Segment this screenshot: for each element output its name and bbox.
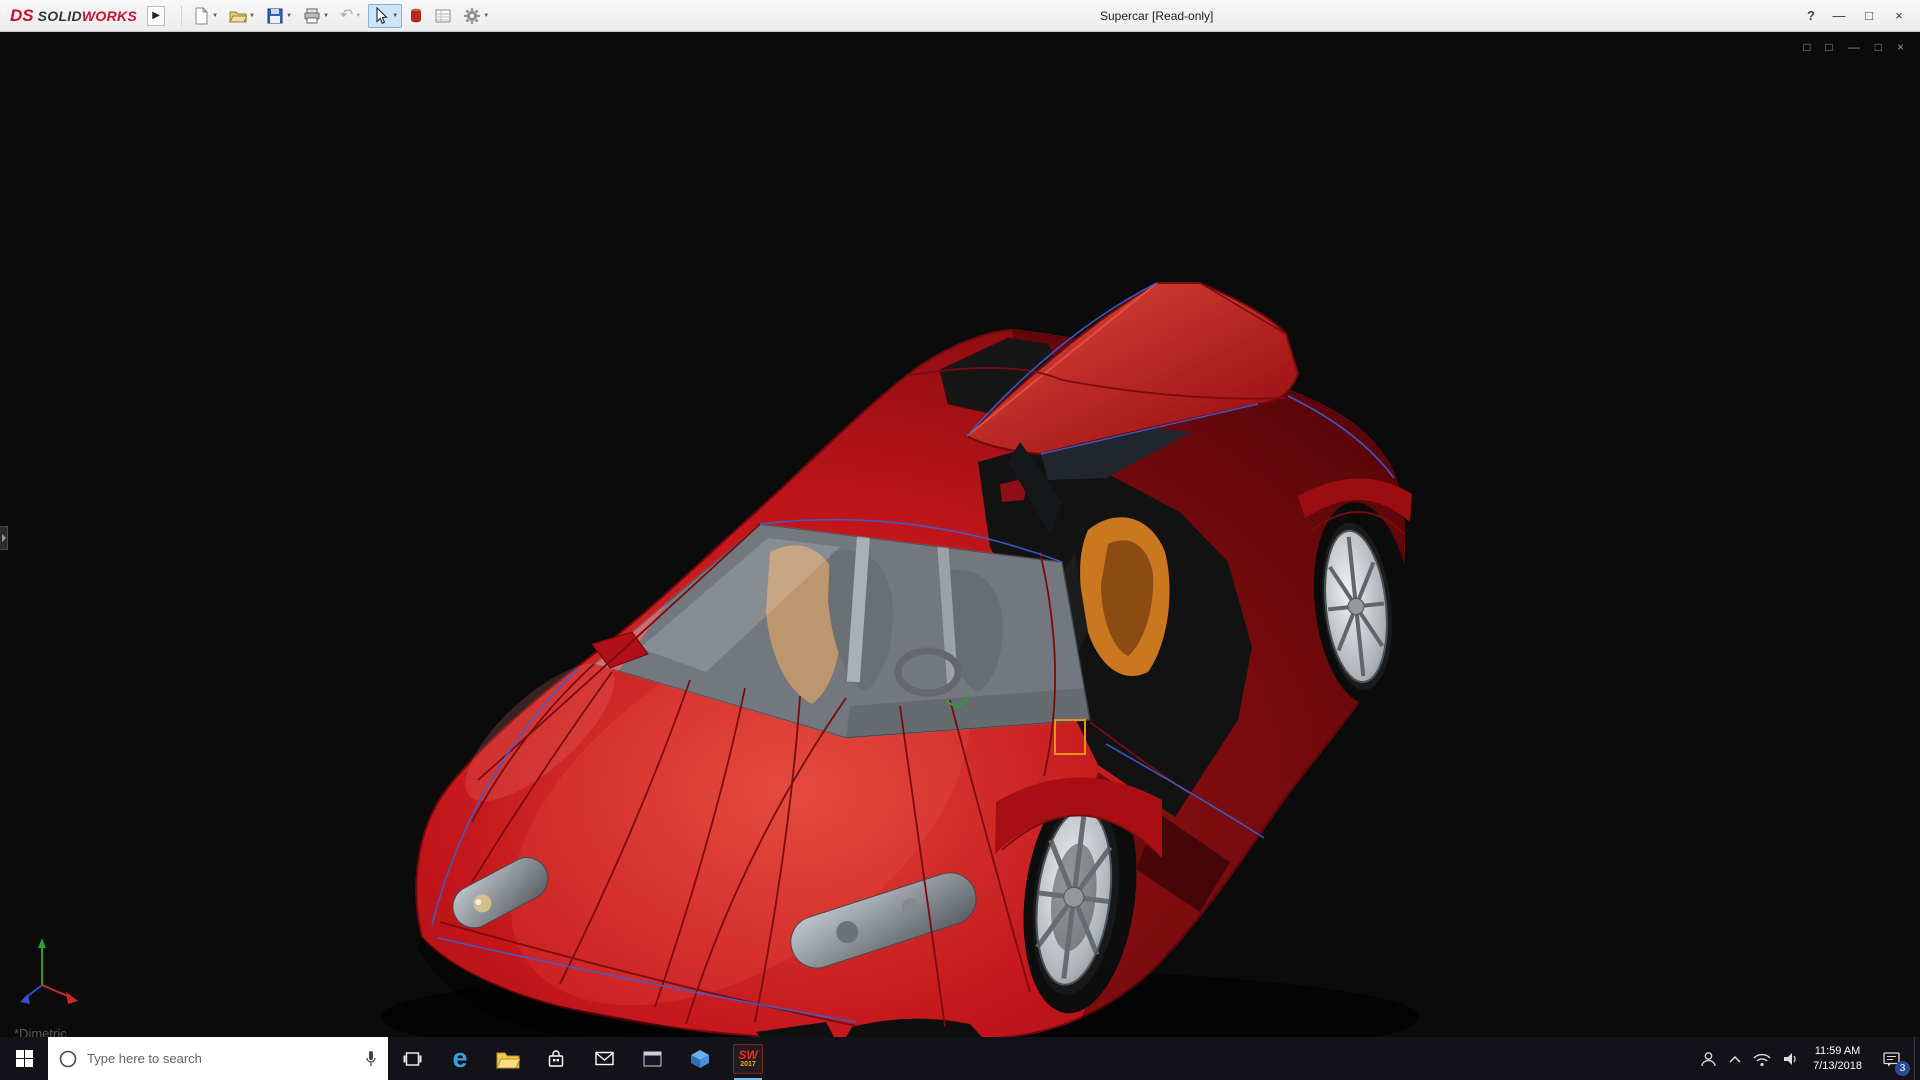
mail-icon xyxy=(594,1050,615,1067)
chevron-down-icon[interactable]: ▼ xyxy=(212,13,218,19)
system-tray: 11:59 AM 7/13/2018 3 xyxy=(1694,1037,1920,1080)
solidworks-logo: DS SOLID WORKS xyxy=(10,6,137,26)
minimize-button[interactable]: — xyxy=(1824,0,1854,32)
network-icon xyxy=(1752,1051,1772,1067)
select-cursor-icon xyxy=(372,7,390,25)
macro-button[interactable] xyxy=(405,4,427,28)
help-button[interactable]: ? xyxy=(1798,0,1824,32)
doc-close-button[interactable]: × xyxy=(1897,40,1904,54)
microphone-icon[interactable] xyxy=(364,1050,378,1068)
open-folder-icon xyxy=(229,7,247,25)
clock-date: 7/13/2018 xyxy=(1813,1059,1862,1074)
people-icon xyxy=(1699,1050,1718,1068)
notification-badge: 3 xyxy=(1895,1061,1910,1076)
task-view-button[interactable] xyxy=(388,1037,436,1080)
start-button[interactable] xyxy=(0,1037,48,1080)
flyout-arrow-icon: ▶ xyxy=(152,10,160,21)
store-bag-icon xyxy=(546,1049,566,1069)
toolbar-separator xyxy=(181,6,182,26)
gear-icon xyxy=(463,7,481,25)
options-button[interactable]: ▼ xyxy=(459,4,493,28)
chevron-down-icon[interactable]: ▼ xyxy=(483,13,489,19)
solidworks-app-icon: SW 2017 xyxy=(733,1044,763,1074)
taskbar-mail[interactable] xyxy=(580,1037,628,1080)
taskbar-solidworks[interactable]: SW 2017 xyxy=(724,1037,772,1080)
taskbar-3d-viewer[interactable] xyxy=(676,1037,724,1080)
save-button[interactable]: ▼ xyxy=(262,4,296,28)
maximize-button[interactable]: □ xyxy=(1854,0,1884,32)
console-window-icon xyxy=(642,1050,663,1068)
edge-icon: e xyxy=(452,1045,467,1072)
menu-flyout-button[interactable]: ▶ xyxy=(147,6,165,26)
taskbar-file-explorer[interactable] xyxy=(484,1037,532,1080)
chevron-down-icon[interactable]: ▼ xyxy=(392,13,398,19)
taskbar: e xyxy=(0,1037,1920,1080)
orientation-triad xyxy=(20,938,78,1004)
taskbar-clock[interactable]: 11:59 AM 7/13/2018 xyxy=(1805,1037,1870,1080)
task-view-icon xyxy=(403,1050,422,1068)
chevron-down-icon[interactable]: ▼ xyxy=(249,13,255,19)
doc-restore-button[interactable]: □ xyxy=(1875,40,1882,54)
doc-minimize-button[interactable]: — xyxy=(1848,40,1860,54)
new-document-icon xyxy=(192,7,210,25)
search-input[interactable] xyxy=(87,1051,355,1066)
document-window-controls: □ □ — □ × xyxy=(1803,40,1904,54)
doc-tab-icon[interactable]: □ xyxy=(1803,40,1810,54)
quick-access-toolbar: ▼ ▼ ▼ xyxy=(188,4,493,28)
sheet-icon xyxy=(434,7,452,25)
document-title: Supercar [Read-only] xyxy=(1100,0,1213,32)
undo-icon: ↶ xyxy=(340,8,353,24)
print-button[interactable]: ▼ xyxy=(299,4,333,28)
chevron-down-icon[interactable]: ▼ xyxy=(286,13,292,19)
windows-logo-icon xyxy=(16,1050,33,1067)
new-document-button[interactable]: ▼ xyxy=(188,4,222,28)
chevron-up-icon xyxy=(1728,1054,1742,1064)
doc-tab-icon[interactable]: □ xyxy=(1825,40,1832,54)
macro-cylinder-icon xyxy=(409,7,423,25)
window-controls: ? — □ × xyxy=(1798,0,1914,32)
tray-expand-button[interactable] xyxy=(1723,1037,1747,1080)
chevron-down-icon[interactable]: ▼ xyxy=(323,13,329,19)
chevron-down-icon[interactable]: ▼ xyxy=(355,13,361,19)
3d-cube-icon xyxy=(690,1049,710,1069)
cortana-icon xyxy=(58,1049,78,1069)
network-button[interactable] xyxy=(1747,1037,1777,1080)
view-orientation-label: *Dimetric xyxy=(14,1026,67,1037)
titlebar: DS SOLID WORKS ▶ ▼ ▼ xyxy=(0,0,1920,32)
undo-button[interactable]: ↶ ▼ xyxy=(336,4,365,28)
volume-button[interactable] xyxy=(1777,1037,1805,1080)
ds-logo-icon: DS xyxy=(10,6,34,26)
taskbar-search[interactable] xyxy=(48,1037,388,1080)
volume-icon xyxy=(1782,1051,1800,1067)
flyout-arrow-icon xyxy=(2,534,6,542)
save-icon xyxy=(266,7,284,25)
solidworks-window: DS SOLID WORKS ▶ ▼ ▼ xyxy=(0,0,1920,1080)
action-center-button[interactable]: 3 xyxy=(1870,1037,1914,1080)
sheet-button[interactable] xyxy=(430,4,456,28)
people-button[interactable] xyxy=(1694,1037,1723,1080)
print-icon xyxy=(303,7,321,25)
car-model[interactable] xyxy=(0,32,1920,1037)
taskbar-edge[interactable]: e xyxy=(436,1037,484,1080)
select-tool-button[interactable]: ▼ xyxy=(368,4,402,28)
taskbar-console[interactable] xyxy=(628,1037,676,1080)
taskbar-store[interactable] xyxy=(532,1037,580,1080)
graphics-area[interactable]: □ □ — □ × xyxy=(0,32,1920,1037)
file-explorer-icon xyxy=(496,1049,520,1069)
close-button[interactable]: × xyxy=(1884,0,1914,32)
panel-flyout-tab[interactable] xyxy=(0,526,8,550)
show-desktop-button[interactable] xyxy=(1914,1037,1920,1080)
open-button[interactable]: ▼ xyxy=(225,4,259,28)
clock-time: 11:59 AM xyxy=(1815,1044,1861,1059)
